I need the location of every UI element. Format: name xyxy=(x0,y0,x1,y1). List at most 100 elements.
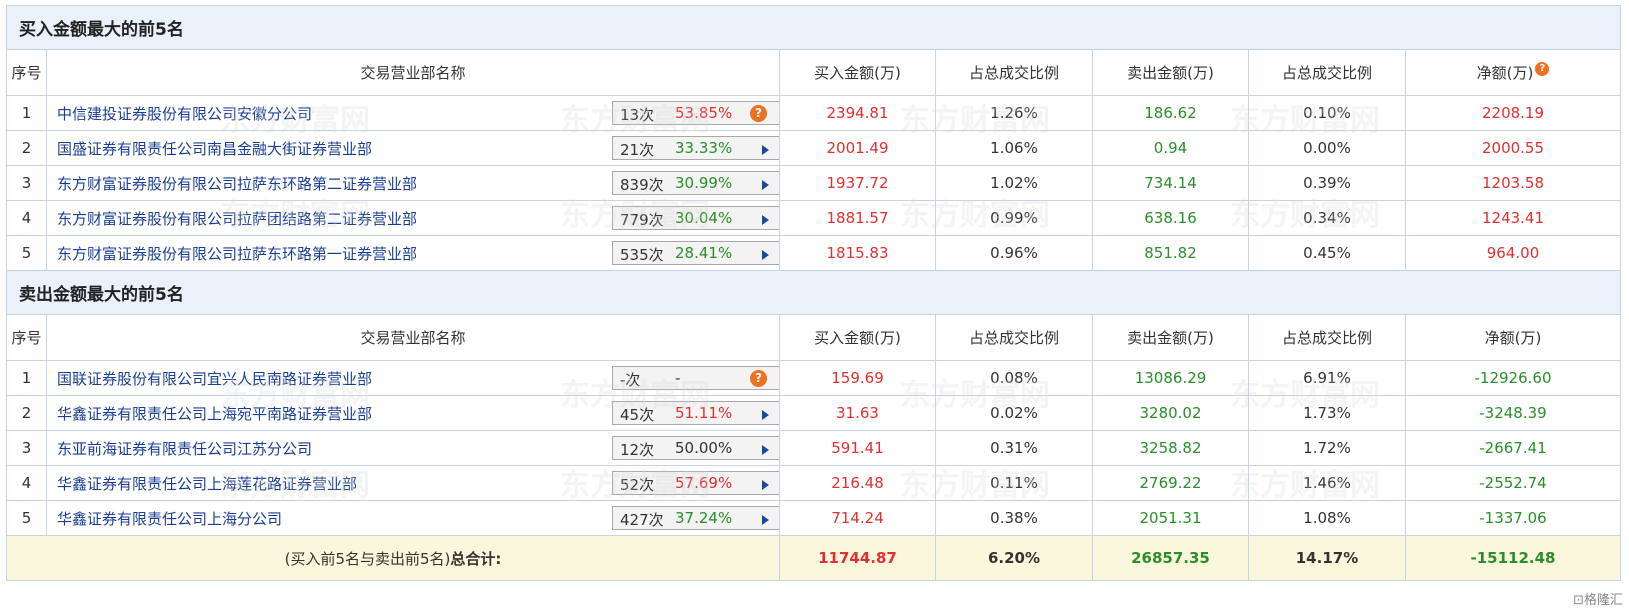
buy-ratio: 1.26% xyxy=(935,95,1093,131)
broker-name-link[interactable]: 华鑫证券有限责任公司上海宛平南路证券营业部 xyxy=(57,403,372,424)
arrow-right-icon[interactable] xyxy=(762,250,769,260)
arrow-right-icon[interactable] xyxy=(762,410,769,420)
listing-count: 427次 xyxy=(620,511,664,529)
header-label: 交易营业部名称 xyxy=(360,64,466,82)
broker-name-link[interactable]: 东方财富证券股份有限公司拉萨团结路第二证券营业部 xyxy=(57,208,417,229)
header-label: 交易营业部名称 xyxy=(360,329,466,347)
broker-ranking-panel: 买入金额最大的前5名 序号 交易营业部名称 买入金额(万) 占总成交比例 卖出金额(万) 占… xyxy=(0,0,1629,614)
table-row: 5 华鑫证券有限责任公司上海分公司 427次 37.24% 714.24 0.38% 205… xyxy=(6,500,1621,536)
net-amount: -2552.74 xyxy=(1405,465,1621,501)
broker-name-link[interactable]: 华鑫证券有限责任公司上海分公司 xyxy=(57,508,282,529)
win-rate: 50.00% xyxy=(675,439,733,457)
dragon-tiger-table: 买入金额最大的前5名 序号 交易营业部名称 买入金额(万) 占总成交比例 卖出金额(万) 占… xyxy=(6,5,1621,581)
buy-amount: 2001.49 xyxy=(779,130,936,166)
table-row: 1 国联证券股份有限公司宜兴人民南路证券营业部 -次 -? 159.69 0.08% 130… xyxy=(6,360,1621,396)
net-amount: 1203.58 xyxy=(1405,165,1621,201)
listing-count: 13次 xyxy=(620,106,655,124)
broker-name-link[interactable]: 华鑫证券有限责任公司上海莲花路证券营业部 xyxy=(57,473,357,494)
broker-stats-box[interactable]: 13次 53.85%? xyxy=(612,101,779,125)
total-label: (买入前5名与卖出前5名)总合计: xyxy=(6,535,780,581)
sell-amount: 2051.31 xyxy=(1092,500,1249,536)
header-sell-pct: 占总成交比例 xyxy=(1248,314,1406,361)
broker-stats-box[interactable]: 779次 30.04% xyxy=(612,206,779,230)
table-row: 4 华鑫证券有限责任公司上海莲花路证券营业部 52次 57.69% 216.48 0.11… xyxy=(6,465,1621,501)
sell-ratio: 0.39% xyxy=(1248,165,1406,201)
table-row: 4 东方财富证券股份有限公司拉萨团结路第二证券营业部 779次 30.04% 1881.… xyxy=(6,200,1621,236)
header-buy-pct: 占总成交比例 xyxy=(935,49,1093,96)
section-title: 买入金额最大的前5名 xyxy=(6,5,1621,50)
broker-stats-box[interactable]: 45次 51.11% xyxy=(612,401,779,425)
broker-name-link[interactable]: 东方财富证券股份有限公司拉萨东环路第一证券营业部 xyxy=(57,243,417,264)
net-amount: -3248.39 xyxy=(1405,395,1621,431)
arrow-right-icon[interactable] xyxy=(762,480,769,490)
row-index: 4 xyxy=(6,465,47,501)
header-label: 净额(万) xyxy=(1484,329,1542,347)
total-label-prefix: (买入前5名与卖出前5名) xyxy=(284,549,451,568)
section-title: 卖出金额最大的前5名 xyxy=(6,270,1621,315)
sell-ratio: 0.45% xyxy=(1248,235,1406,271)
listing-count: 21次 xyxy=(620,141,655,159)
buy-amount: 1815.83 xyxy=(779,235,936,271)
broker-name-link[interactable]: 国联证券股份有限公司宜兴人民南路证券营业部 xyxy=(57,368,372,389)
arrow-right-icon[interactable] xyxy=(762,215,769,225)
header-label: 买入金额(万) xyxy=(814,64,901,82)
broker-cell: 东方财富证券股份有限公司拉萨东环路第二证券营业部 839次 30.99% xyxy=(46,165,780,201)
question-icon[interactable]: ? xyxy=(750,370,767,387)
broker-name-link[interactable]: 国盛证券有限责任公司南昌金融大街证券营业部 xyxy=(57,138,372,159)
help-icon[interactable]: ? xyxy=(1535,62,1550,76)
question-icon[interactable]: ? xyxy=(750,105,767,122)
broker-cell: 东亚前海证券有限责任公司江苏分公司 12次 50.00% xyxy=(46,430,780,466)
buy-amount: 2394.81 xyxy=(779,95,936,131)
arrow-right-icon[interactable] xyxy=(762,515,769,525)
row-index: 3 xyxy=(6,430,47,466)
sell-amount: 734.14 xyxy=(1092,165,1249,201)
sell-amount: 851.82 xyxy=(1092,235,1249,271)
arrow-right-icon[interactable] xyxy=(762,445,769,455)
header-sell: 卖出金额(万) xyxy=(1092,49,1249,96)
broker-name-link[interactable]: 东方财富证券股份有限公司拉萨东环路第二证券营业部 xyxy=(57,173,417,194)
header-row: 序号 交易营业部名称 买入金额(万) 占总成交比例 卖出金额(万) 占总成交比例 净额(万)… xyxy=(6,49,1621,96)
header-label: 占总成交比例 xyxy=(968,329,1059,347)
sell-ratio: 6.91% xyxy=(1248,360,1406,396)
listing-count: 45次 xyxy=(620,406,655,424)
sell-amount: 3280.02 xyxy=(1092,395,1249,431)
glh-logo: ⊡格隆汇 xyxy=(1573,589,1623,608)
net-amount: -12926.60 xyxy=(1405,360,1621,396)
arrow-right-icon[interactable] xyxy=(762,180,769,190)
buy-ratio: 0.99% xyxy=(935,200,1093,236)
total-buy: 11744.87 xyxy=(779,535,936,581)
broker-stats-box[interactable]: 21次 33.33% xyxy=(612,136,779,160)
broker-stats-box[interactable]: -次 -? xyxy=(612,366,779,390)
row-index: 3 xyxy=(6,165,47,201)
broker-name-link[interactable]: 中信建投证券股份有限公司安徽分公司 xyxy=(57,103,312,124)
buy-ratio: 0.08% xyxy=(935,360,1093,396)
sell-amount: 0.94 xyxy=(1092,130,1249,166)
win-rate: 53.85% xyxy=(675,104,733,122)
table-row: 3 东亚前海证券有限责任公司江苏分公司 12次 50.00% 591.41 0.31% 32… xyxy=(6,430,1621,466)
win-rate: 30.99% xyxy=(675,174,733,192)
win-rate: 30.04% xyxy=(675,209,733,227)
header-buy-pct: 占总成交比例 xyxy=(935,314,1093,361)
win-rate: 51.11% xyxy=(675,404,733,422)
header-label: 卖出金额(万) xyxy=(1127,329,1214,347)
broker-stats-box[interactable]: 535次 28.41% xyxy=(612,241,779,265)
win-rate: 37.24% xyxy=(675,509,733,527)
broker-name-link[interactable]: 东亚前海证券有限责任公司江苏分公司 xyxy=(57,438,312,459)
buy-amount: 216.48 xyxy=(779,465,936,501)
broker-stats-box[interactable]: 12次 50.00% xyxy=(612,436,779,460)
broker-stats-box[interactable]: 839次 30.99% xyxy=(612,171,779,195)
buy-amount: 1937.72 xyxy=(779,165,936,201)
listing-count: 839次 xyxy=(620,176,664,194)
sell-ratio: 1.72% xyxy=(1248,430,1406,466)
win-rate: - xyxy=(675,369,681,387)
table-row: 3 东方财富证券股份有限公司拉萨东环路第二证券营业部 839次 30.99% 1937.… xyxy=(6,165,1621,201)
net-amount: -1337.06 xyxy=(1405,500,1621,536)
header-label: 卖出金额(万) xyxy=(1127,64,1214,82)
arrow-right-icon[interactable] xyxy=(762,145,769,155)
header-label: 占总成交比例 xyxy=(1281,64,1372,82)
broker-stats-box[interactable]: 427次 37.24% xyxy=(612,506,779,530)
row-index: 1 xyxy=(6,95,47,131)
table-row: 1 中信建投证券股份有限公司安徽分公司 13次 53.85%? 2394.81 1.26%… xyxy=(6,95,1621,131)
sell-ratio: 0.00% xyxy=(1248,130,1406,166)
broker-stats-box[interactable]: 52次 57.69% xyxy=(612,471,779,495)
